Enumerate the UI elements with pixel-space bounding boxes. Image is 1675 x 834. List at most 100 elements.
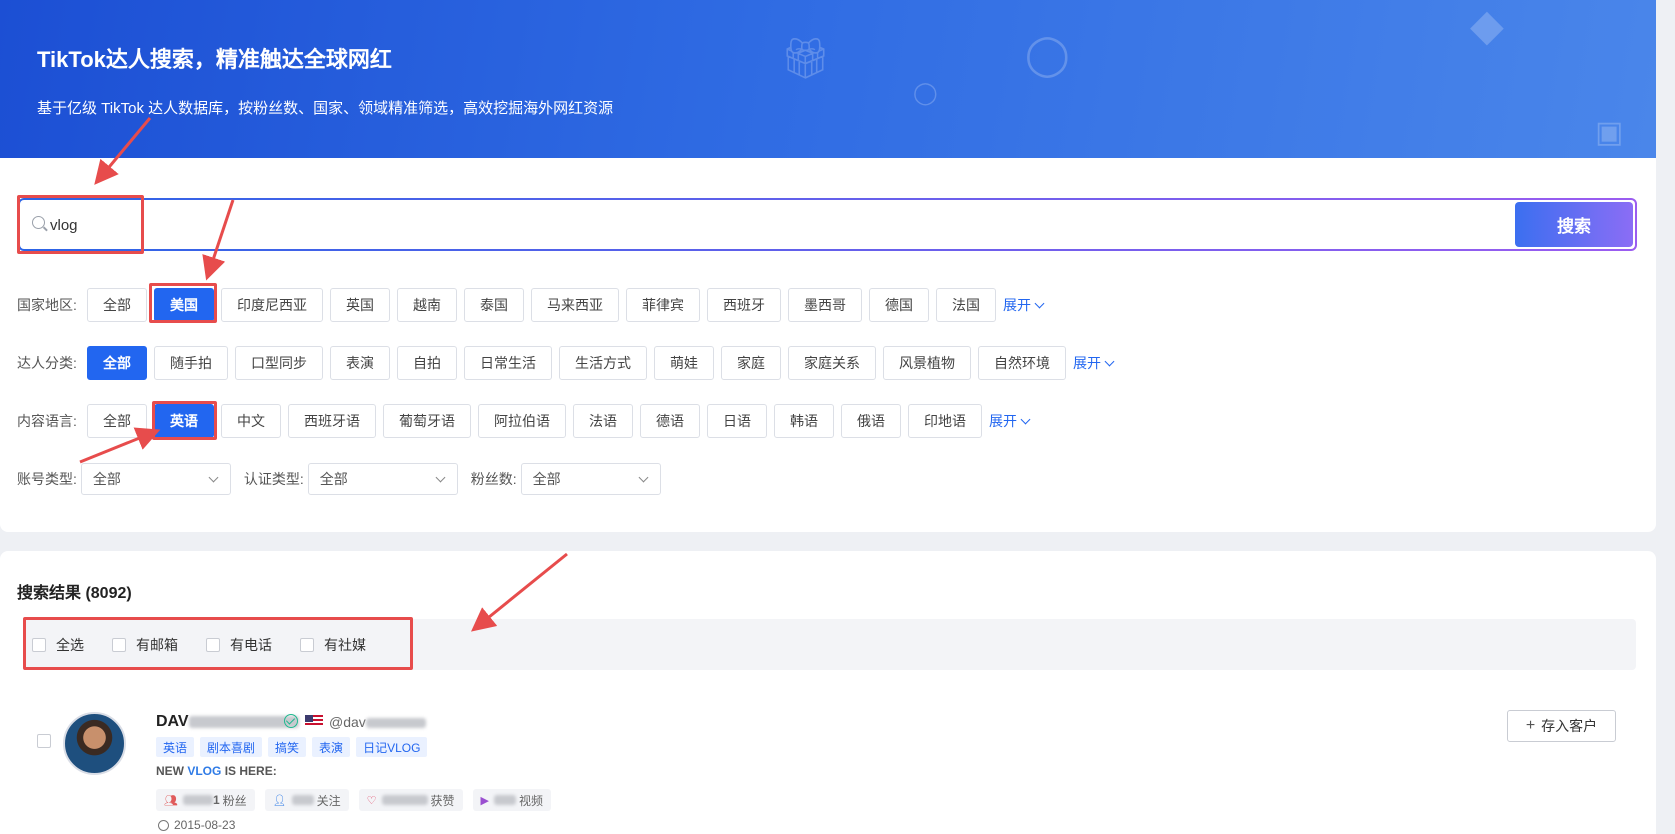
clock-icon <box>158 819 169 831</box>
category-option[interactable]: 风景植物 <box>883 346 971 380</box>
annotation-box-country <box>149 283 217 323</box>
country-option[interactable]: 泰国 <box>464 288 524 322</box>
redacted-text <box>182 795 213 805</box>
category-option[interactable]: 自然环境 <box>978 346 1066 380</box>
annotation-box-search <box>17 195 144 254</box>
redacted-text <box>494 795 517 805</box>
chevron-down-icon <box>1020 414 1031 424</box>
language-option[interactable]: 法语 <box>573 404 633 438</box>
followers-value: 全部 <box>532 471 561 487</box>
chevron-down-icon <box>1104 356 1115 366</box>
category-filter-row: 达人分类: 全部 随手拍 口型同步 表演 自拍 日常生活 生活方式 萌娃 家庭 家庭关系 风景植物自… <box>17 346 1115 380</box>
followers-select[interactable]: 全部 <box>520 463 661 495</box>
category-filter-label: 达人分类: <box>17 355 77 371</box>
country-option[interactable]: 菲律宾 <box>626 288 700 322</box>
category-option[interactable]: 日常生活 <box>464 346 552 380</box>
language-filter-label: 内容语言: <box>17 413 77 429</box>
country-option[interactable]: 德国 <box>869 288 929 322</box>
category-option[interactable]: 家庭关系 <box>788 346 876 380</box>
language-option[interactable]: 俄语 <box>841 404 901 438</box>
country-option[interactable]: 印度尼西亚 <box>221 288 323 322</box>
user-plus-icon: 👤︎ <box>272 794 287 807</box>
language-option[interactable]: 中文 <box>221 404 281 438</box>
bio-text: NEW <box>156 764 188 778</box>
account-type-value: 全部 <box>92 471 121 487</box>
chevron-down-icon <box>208 472 219 483</box>
creator-tag: 英语 <box>156 737 195 757</box>
verify-type-value: 全部 <box>319 471 348 487</box>
country-option[interactable]: 西班牙 <box>707 288 781 322</box>
verified-icon <box>284 714 298 728</box>
category-option[interactable]: 生活方式 <box>559 346 647 380</box>
hero-banner: 🎁︎ ◆ ◯ ◯ ▣ TikTok达人搜索，精准触达全球网红 基于亿级 TikT… <box>0 0 1656 158</box>
bio-text-end: IS HERE: <box>221 764 277 778</box>
plus-icon: + <box>1525 717 1536 734</box>
creator-bio: NEW VLOG IS HERE: <box>156 764 277 778</box>
country-expand-link[interactable]: 展开 <box>1003 295 1045 315</box>
creator-tag: 表演 <box>312 737 351 757</box>
account-type-select[interactable]: 全部 <box>80 463 231 495</box>
search-input[interactable] <box>50 212 1350 238</box>
language-option[interactable]: 阿拉伯语 <box>478 404 566 438</box>
country-option[interactable]: 马来西亚 <box>531 288 619 322</box>
handle-text: @dav <box>329 714 366 730</box>
search-button[interactable]: 搜索 <box>1515 202 1633 247</box>
expand-label: 展开 <box>989 413 1017 429</box>
date-text: 2015-08-23 <box>174 818 236 832</box>
category-option[interactable]: 口型同步 <box>235 346 323 380</box>
category-option[interactable]: 自拍 <box>397 346 457 380</box>
country-option[interactable]: 全部 <box>87 288 147 322</box>
language-expand-link[interactable]: 展开 <box>989 411 1031 431</box>
category-option[interactable]: 表演 <box>330 346 390 380</box>
language-option[interactable]: 德语 <box>640 404 700 438</box>
bio-highlight: VLOG <box>187 764 222 778</box>
likes-stat: ♡ 获赞 <box>358 789 463 811</box>
language-option[interactable]: 日语 <box>707 404 767 438</box>
category-expand-link[interactable]: 展开 <box>1073 353 1115 373</box>
videos-stat: ▶︎ 视频 <box>472 789 552 811</box>
language-option[interactable]: 印地语 <box>908 404 982 438</box>
page-title: TikTok达人搜索，精准触达全球网红 <box>37 47 392 72</box>
language-option[interactable]: 西班牙语 <box>288 404 376 438</box>
redacted-text <box>188 715 299 728</box>
creator-name[interactable]: DAV <box>156 713 299 731</box>
verify-type-select[interactable]: 全部 <box>307 463 458 495</box>
tag-icon: ◆ <box>1470 1 1504 50</box>
category-option[interactable]: 家庭 <box>721 346 781 380</box>
followers-label: 粉丝数: <box>470 471 517 487</box>
country-option[interactable]: 英国 <box>330 288 390 322</box>
chat-icon: ◯ <box>1025 33 1070 77</box>
creator-tag: 搞笑 <box>268 737 307 757</box>
chevron-down-icon <box>1034 298 1045 308</box>
country-option[interactable]: 法国 <box>936 288 996 322</box>
chevron-down-icon <box>638 472 649 483</box>
creator-name-text: DAV <box>156 713 189 730</box>
heart-icon: ♡ <box>366 794 377 807</box>
category-option[interactable]: 全部 <box>87 346 147 380</box>
category-option[interactable]: 萌娃 <box>654 346 714 380</box>
verify-type-label: 认证类型: <box>243 471 304 487</box>
redacted-text <box>381 795 428 805</box>
language-option[interactable]: 韩语 <box>774 404 834 438</box>
creator-stats: 👥︎ 1 粉丝 👤︎ 关注 ♡ 获赞 ▶︎ 视频 <box>156 789 561 811</box>
chevron-down-icon <box>435 472 446 483</box>
row-checkbox[interactable] <box>37 734 51 748</box>
avatar[interactable] <box>63 712 126 775</box>
language-option[interactable]: 全部 <box>87 404 147 438</box>
creator-tag: 剧本喜剧 <box>200 737 263 757</box>
results-title: 搜索结果 (8092) <box>17 585 132 602</box>
expand-label: 展开 <box>1073 355 1101 371</box>
creator-join-date: 2015-08-23 <box>158 818 235 832</box>
annotation-box-checks <box>23 617 413 670</box>
followers-digit: 1 <box>212 793 220 807</box>
save-to-customers-button[interactable]: + 存入客户 <box>1507 710 1616 742</box>
redacted-text <box>365 718 426 729</box>
country-option[interactable]: 墨西哥 <box>788 288 862 322</box>
account-type-label: 账号类型: <box>17 471 77 487</box>
chat-icon-small: ◯ <box>913 80 938 105</box>
category-option[interactable]: 随手拍 <box>154 346 228 380</box>
likes-stat-label: 获赞 <box>430 793 455 808</box>
language-option[interactable]: 葡萄牙语 <box>383 404 471 438</box>
country-option[interactable]: 越南 <box>397 288 457 322</box>
play-icon: ▶︎ <box>480 794 490 807</box>
